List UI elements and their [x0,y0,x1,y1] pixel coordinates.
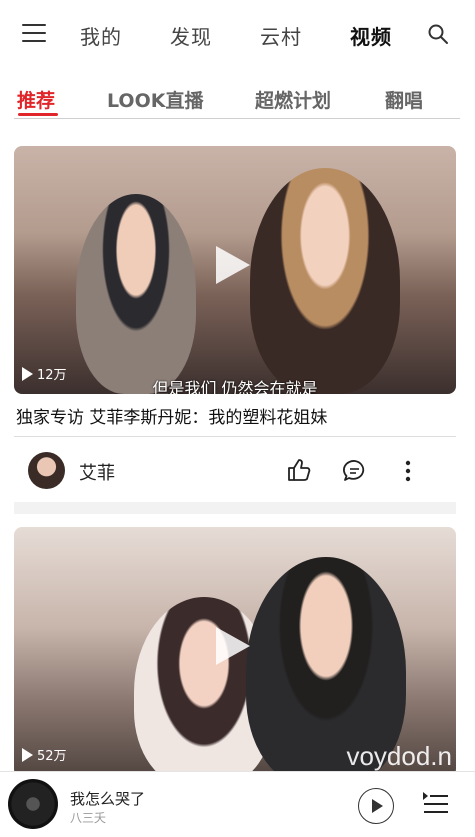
more-options-icon[interactable] [400,458,416,484]
category-tabs: 推荐 LOOK直播 超燃计划 翻唱 [0,86,475,120]
album-cover[interactable] [8,779,58,829]
divider [14,118,460,119]
play-icon[interactable] [216,627,250,665]
person-figure [76,194,196,394]
video-subtitle: 但是我们 仍然会在就是 [152,379,318,394]
top-navigation-bar: 我的 发现 云村 视频 [0,0,475,70]
video-thumbnail[interactable]: 12万 但是我们 仍然会在就是 [14,146,456,394]
view-count: 52万 [22,745,67,764]
subtab-burning-plan[interactable]: 超燃计划 [255,86,331,113]
author-name[interactable]: 艾菲 [79,459,115,485]
main-nav-tabs: 我的 发现 云村 视频 [64,20,404,50]
divider [14,436,456,437]
thumbs-up-icon[interactable] [286,457,312,483]
subtab-cover[interactable]: 翻唱 [385,86,423,113]
comment-icon[interactable] [342,458,368,484]
mini-player[interactable]: 我怎么哭了 八三夭 [0,771,475,837]
tab-discover[interactable]: 发现 [170,21,212,50]
play-icon[interactable] [216,246,250,284]
video-watermark: voydod.n [346,741,452,771]
card-separator [14,502,456,514]
subtab-recommend[interactable]: 推荐 [17,86,55,113]
song-artist: 八三夭 [70,811,107,825]
active-subtab-indicator [18,113,58,116]
person-figure [250,168,400,394]
avatar[interactable] [28,452,65,489]
video-thumbnail[interactable]: 52万 voydod.n [14,527,456,777]
tab-video[interactable]: 视频 [350,21,392,50]
subtab-look-live[interactable]: LOOK直播 [107,86,203,113]
play-icon [372,799,383,813]
song-title[interactable]: 我怎么哭了 [70,788,145,809]
play-button[interactable] [358,788,394,824]
video-title[interactable]: 独家专访 艾菲李斯丹妮：我的塑料花姐妹 [16,403,327,428]
search-icon[interactable] [427,23,449,45]
view-count-text: 52万 [37,749,67,764]
tab-mine[interactable]: 我的 [80,21,122,50]
play-count-icon [22,747,33,762]
playlist-icon[interactable] [422,790,450,818]
tab-village[interactable]: 云村 [260,21,302,50]
hamburger-icon[interactable] [22,24,46,44]
